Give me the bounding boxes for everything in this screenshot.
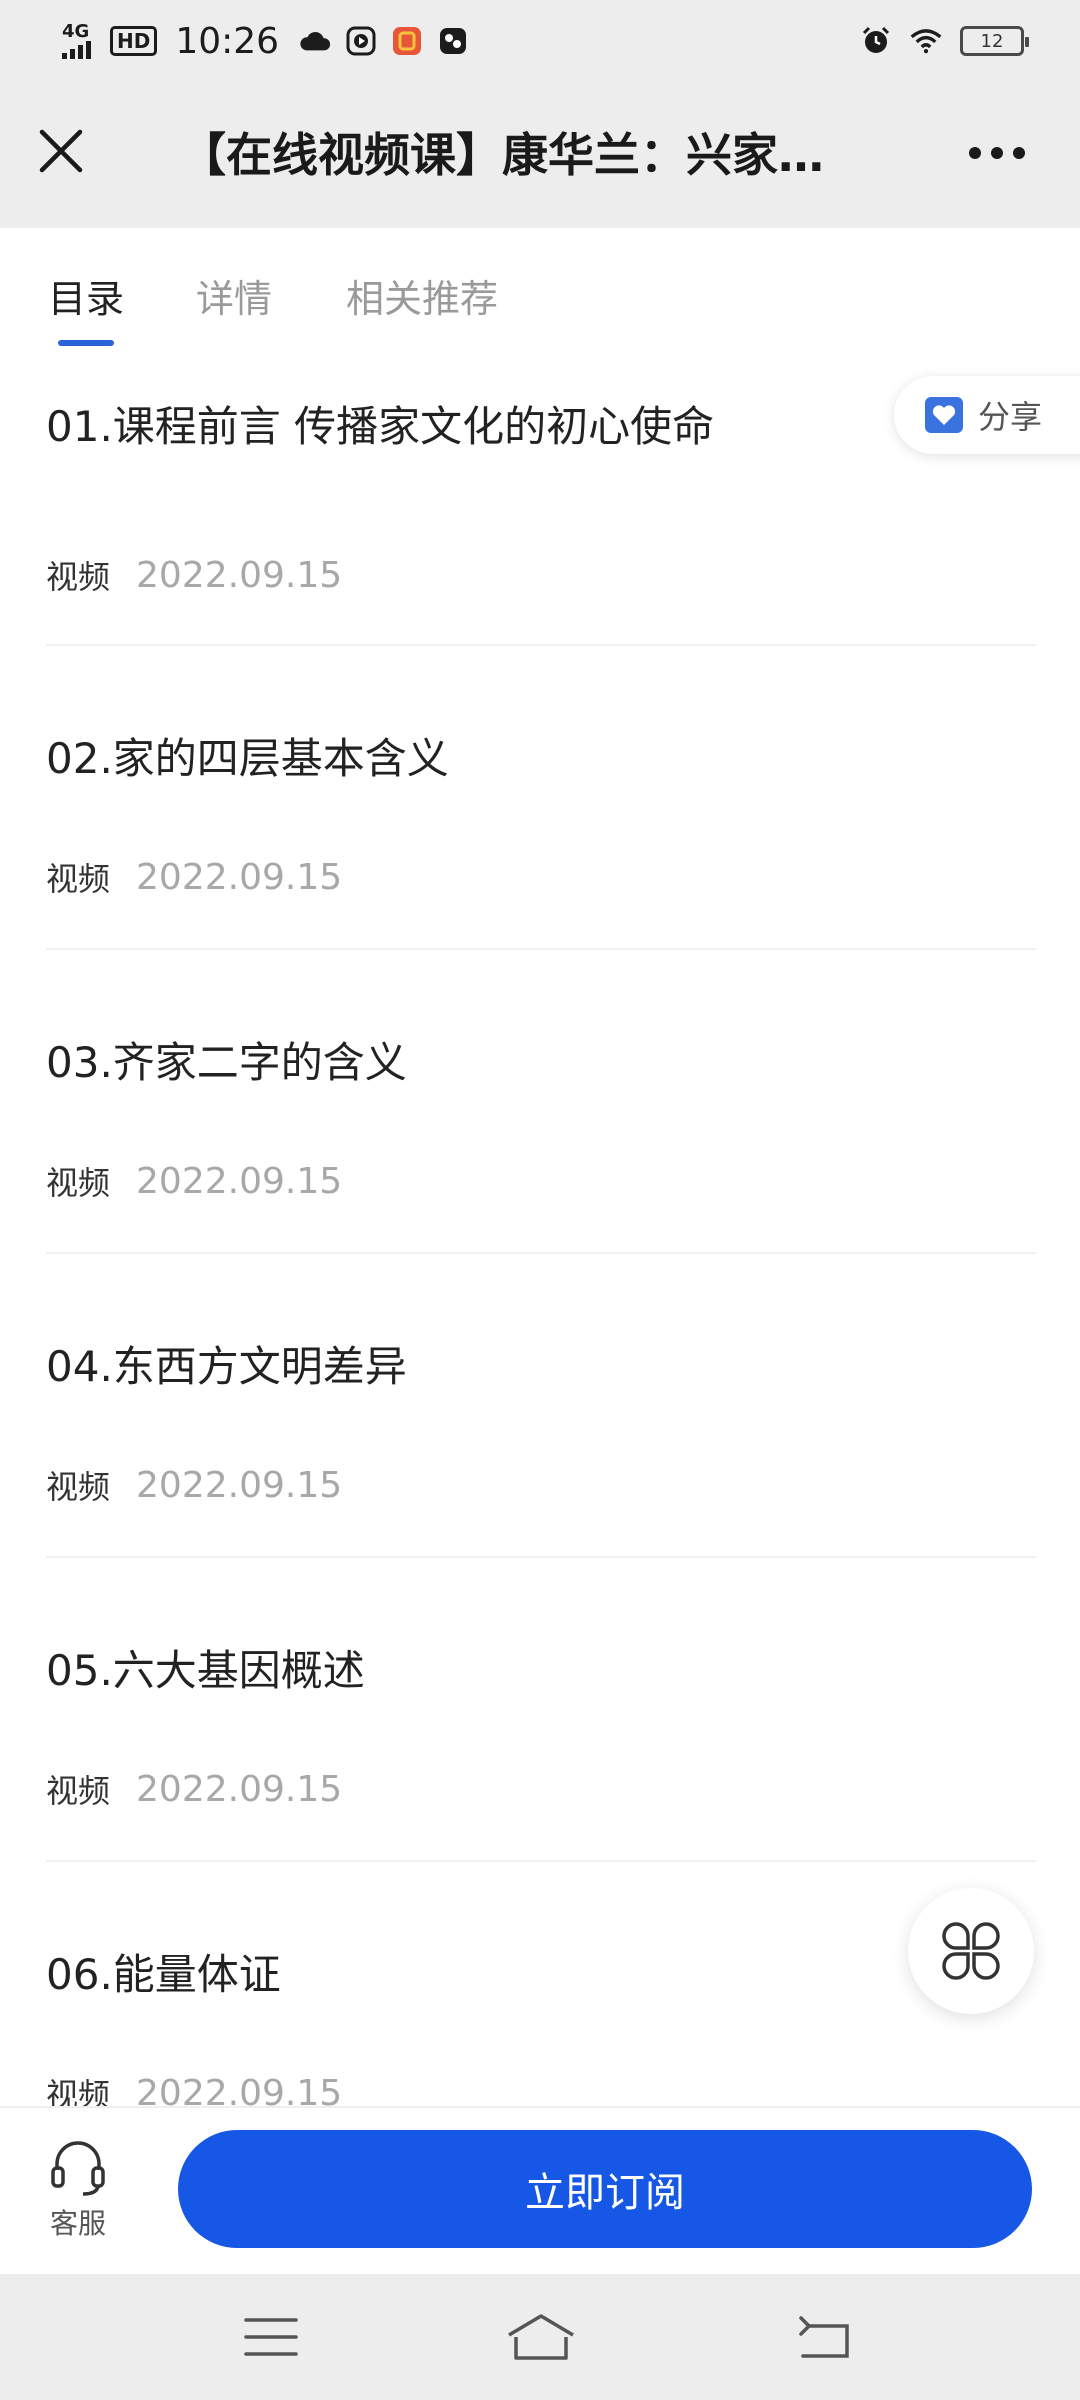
divider [46,948,1036,950]
grid-icon [942,1922,1000,1980]
customer-service-button[interactable]: 客服 [30,2138,126,2248]
lesson-meta: 视频 2022.09.15 [46,552,342,598]
lesson-meta: 视频 2022.09.15 [46,854,342,900]
headset-icon [51,2141,105,2196]
bottom-action-bar: 客服 立即订阅 [0,2106,1080,2274]
lesson-date: 2022.09.15 [136,2072,343,2107]
menu-icon [244,2318,298,2356]
lesson-title: 04.东西方文明差异 [46,1342,407,1391]
wifi-icon [910,25,942,57]
back-icon [799,2316,849,2358]
close-button[interactable] [30,120,92,182]
lesson-item[interactable]: 01.课程前言 传播家文化的初心使命 视频 2022.09.15 [46,398,1036,598]
lesson-meta: 视频 2022.09.15 [46,1158,342,1204]
lesson-type: 视频 [46,1772,111,1810]
lesson-type: 视频 [46,860,111,898]
lesson-meta: 视频 2022.09.15 [46,2070,343,2107]
lesson-date: 2022.09.15 [136,1768,343,1810]
tab-catalog[interactable]: 目录 [48,268,124,323]
lesson-title: 05.六大基因概述 [46,1646,365,1695]
customer-service-label: 客服 [49,2207,106,2240]
home-icon [508,2314,574,2360]
lesson-title: 02.家的四层基本含义 [46,734,449,783]
system-nav-bar [0,2274,1080,2400]
tab-details[interactable]: 详情 [196,268,272,323]
lesson-type: 视频 [46,2076,111,2106]
close-icon [39,129,83,173]
more-button[interactable] [962,128,1032,178]
signal-icon [62,41,91,59]
hd-badge: HD [110,26,158,56]
lesson-item[interactable]: 03.齐家二字的含义 视频 2022.09.15 [46,1034,1036,1214]
divider [46,1252,1036,1254]
lesson-type: 视频 [46,558,111,596]
screen: 4G HD 10:26 12 【在线视频课】康华兰：兴家… 目录 详情 相关推荐… [0,0,1080,2400]
status-right: 12 [860,25,1029,57]
status-left: 4G HD 10:26 [62,21,469,62]
lesson-meta: 视频 2022.09.15 [46,1766,342,1812]
lesson-title: 01.课程前言 传播家文化的初心使命 [46,402,715,451]
tab-indicator [58,340,114,346]
alarm-icon [860,25,892,57]
floating-menu-button[interactable] [908,1888,1034,2014]
nav-back-button[interactable] [790,2304,860,2370]
lesson-date: 2022.09.15 [136,1464,343,1506]
lesson-title: 03.齐家二字的含义 [46,1038,407,1087]
lesson-date: 2022.09.15 [136,856,343,898]
nav-home-button[interactable] [506,2304,576,2370]
gallery-app-icon [437,25,469,57]
lesson-type: 视频 [46,1468,111,1506]
lesson-title: 06.能量体证 [46,1950,281,1999]
divider [46,1860,1036,1862]
page-title: 【在线视频课】康华兰：兴家… [180,128,824,182]
battery-indicator: 12 [960,26,1029,56]
lesson-type: 视频 [46,1164,111,1202]
divider [46,1556,1036,1558]
signal-indicator: 4G [62,23,96,59]
title-bar: 【在线视频课】康华兰：兴家… [0,82,1080,228]
lesson-item[interactable]: 06.能量体证 视频 2022.09.15 [46,1946,1036,2106]
status-bar: 4G HD 10:26 12 [0,0,1080,82]
tab-recommendations[interactable]: 相关推荐 [346,268,498,323]
tab-bar: 目录 详情 相关推荐 [0,228,1080,352]
divider [46,644,1036,646]
play-app-icon [345,25,377,57]
lesson-date: 2022.09.15 [136,554,343,596]
nav-menu-button[interactable] [236,2304,306,2370]
status-time: 10:26 [175,20,280,62]
network-type: 4G [62,21,90,42]
lesson-item[interactable]: 05.六大基因概述 视频 2022.09.15 [46,1642,1036,1822]
app-notification-icon [391,25,423,57]
lesson-date: 2022.09.15 [136,1160,343,1202]
lesson-meta: 视频 2022.09.15 [46,1462,342,1508]
lesson-item[interactable]: 04.东西方文明差异 视频 2022.09.15 [46,1338,1036,1518]
cloud-icon [299,25,331,57]
more-icon [969,147,1025,159]
lesson-item[interactable]: 02.家的四层基本含义 视频 2022.09.15 [46,730,1036,910]
subscribe-button[interactable]: 立即订阅 [178,2130,1032,2248]
